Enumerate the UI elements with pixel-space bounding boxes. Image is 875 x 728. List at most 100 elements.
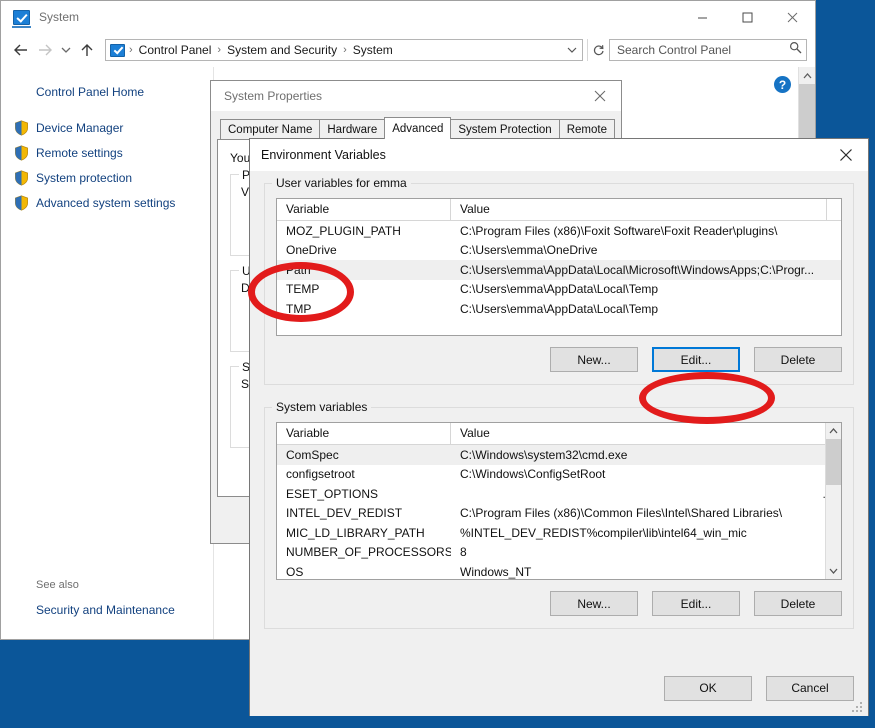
system-variables-buttons: New... Edit... Delete	[276, 591, 842, 616]
system-variables-scrollbar[interactable]	[825, 423, 841, 579]
shield-icon	[14, 169, 29, 186]
breadcrumb-item-system-and-security[interactable]: System and Security	[225, 43, 339, 57]
variable-name: INTEL_DEV_REDIST	[286, 506, 403, 521]
address-bar[interactable]: › Control Panel › System and Security › …	[105, 39, 583, 61]
close-icon[interactable]	[824, 139, 868, 171]
desktop-background: System › Control Panel › System and Secu…	[0, 0, 875, 728]
variable-name: MIC_LD_LIBRARY_PATH	[286, 525, 425, 540]
shield-icon	[14, 119, 29, 136]
table-row-selected[interactable]: ComSpec C:\Windows\system32\cmd.exe	[277, 445, 841, 465]
variable-value: C:\Users\emma\AppData\Local\Temp	[460, 301, 659, 316]
window-controls	[680, 1, 815, 33]
user-variables-buttons: New... Edit... Delete	[276, 347, 842, 372]
scroll-up-icon[interactable]	[799, 67, 815, 84]
close-icon[interactable]	[579, 81, 621, 111]
user-new-button[interactable]: New...	[550, 347, 638, 372]
table-row[interactable]: OS Windows_NT	[277, 562, 841, 579]
minimize-icon[interactable]	[680, 1, 725, 33]
resize-grip[interactable]	[852, 702, 864, 714]
variable-name: ComSpec	[286, 447, 339, 462]
environment-variables-content: User variables for emma Variable Value M…	[250, 171, 868, 659]
sidebar-item-device-manager[interactable]: Device Manager	[1, 115, 213, 140]
column-header-value[interactable]: Value	[451, 423, 827, 444]
sidebar-item-advanced-system-settings[interactable]: Advanced system settings	[1, 190, 213, 215]
variable-name: TMP	[286, 301, 312, 316]
breadcrumb-system-icon	[110, 43, 125, 57]
up-icon[interactable]	[75, 38, 99, 62]
close-icon[interactable]	[770, 1, 815, 33]
column-header-variable[interactable]: Variable	[277, 423, 451, 444]
variable-name: OneDrive	[286, 243, 337, 258]
breadcrumb-item-system[interactable]: System	[351, 43, 395, 57]
user-edit-button[interactable]: Edit...	[652, 347, 740, 372]
tab-system-protection[interactable]: System Protection	[450, 119, 560, 139]
variable-value: C:\Program Files (x86)\Foxit Software\Fo…	[460, 223, 778, 238]
system-monitor-icon	[12, 9, 31, 28]
environment-variables-titlebar: Environment Variables	[250, 139, 868, 171]
cancel-button[interactable]: Cancel	[766, 675, 854, 701]
breadcrumb-item-control-panel[interactable]: Control Panel	[137, 43, 214, 57]
tab-hardware[interactable]: Hardware	[319, 119, 386, 139]
system-edit-button[interactable]: Edit...	[652, 591, 740, 616]
back-icon[interactable]	[9, 38, 33, 62]
variable-value: C:\Users\emma\AppData\Local\Temp	[460, 282, 659, 297]
scroll-down-icon[interactable]	[826, 563, 841, 579]
tab-remote[interactable]: Remote	[558, 119, 615, 139]
variable-value: C:\Program Files (x86)\Common Files\Inte…	[460, 506, 783, 521]
scroll-up-icon[interactable]	[826, 423, 841, 439]
table-row[interactable]: TEMP C:\Users\emma\AppData\Local\Temp	[277, 280, 841, 300]
column-header-value[interactable]: Value	[451, 199, 827, 220]
address-chevron-down-icon[interactable]	[562, 45, 582, 56]
ok-button[interactable]: OK	[664, 675, 752, 701]
system-delete-button[interactable]: Delete	[754, 591, 842, 616]
shield-icon	[14, 144, 29, 161]
maximize-icon[interactable]	[725, 1, 770, 33]
user-variables-table[interactable]: Variable Value MOZ_PLUGIN_PATH C:\Progra…	[276, 198, 842, 336]
sidebar-item-security-and-maintenance[interactable]: Security and Maintenance	[36, 603, 175, 617]
window-title: System	[39, 10, 80, 24]
table-row[interactable]: configsetroot C:\Windows\ConfigSetRoot	[277, 465, 841, 485]
table-row[interactable]: INTEL_DEV_REDIST C:\Program Files (x86)\…	[277, 504, 841, 524]
variable-value: %INTEL_DEV_REDIST%compiler\lib\intel64_w…	[460, 525, 747, 540]
search-box[interactable]	[609, 39, 807, 61]
variable-value: C:\Windows\ConfigSetRoot	[460, 467, 606, 482]
table-row[interactable]: TMP C:\Users\emma\AppData\Local\Temp	[277, 299, 841, 319]
help-icon[interactable]: ?	[774, 76, 791, 93]
search-input[interactable]	[617, 43, 789, 57]
sidebar: Control Panel Home Device Manager Remote…	[1, 67, 214, 639]
system-new-button[interactable]: New...	[550, 591, 638, 616]
sidebar-item-remote-settings[interactable]: Remote settings	[1, 140, 213, 165]
system-variables-group-label: System variables	[272, 400, 372, 414]
variable-name: OS	[286, 564, 304, 579]
system-variables-table[interactable]: Variable Value ComSpec C:\Windows\system…	[276, 422, 842, 580]
column-header-end	[827, 199, 841, 220]
environment-variables-footer: OK Cancel	[250, 659, 868, 717]
breadcrumb-separator: ›	[129, 44, 133, 56]
sidebar-item-label: System protection	[36, 170, 133, 185]
table-row[interactable]: NUMBER_OF_PROCESSORS 8	[277, 543, 841, 563]
navigation-bar: › Control Panel › System and Security › …	[1, 33, 815, 67]
table-header: Variable Value	[277, 423, 841, 445]
table-header: Variable Value	[277, 199, 841, 221]
tab-advanced[interactable]: Advanced	[384, 117, 452, 139]
breadcrumb-separator: ›	[217, 44, 222, 56]
tab-computer-name[interactable]: Computer Name	[220, 119, 321, 139]
recent-locations-chevron-icon[interactable]	[57, 38, 75, 62]
column-header-variable[interactable]: Variable	[277, 199, 451, 220]
search-icon[interactable]	[789, 41, 802, 59]
table-row[interactable]: MOZ_PLUGIN_PATH C:\Program Files (x86)\F…	[277, 221, 841, 241]
sidebar-item-system-protection[interactable]: System protection	[1, 165, 213, 190]
system-properties-title: System Properties	[224, 89, 323, 103]
table-row[interactable]: ESET_OPTIONS ...	[277, 484, 841, 504]
sidebar-item-control-panel-home[interactable]: Control Panel Home	[1, 85, 213, 99]
table-row[interactable]: MIC_LD_LIBRARY_PATH %INTEL_DEV_REDIST%co…	[277, 523, 841, 543]
table-row[interactable]: OneDrive C:\Users\emma\OneDrive	[277, 241, 841, 261]
refresh-icon[interactable]	[587, 39, 609, 61]
environment-variables-dialog: Environment Variables User variables for…	[249, 138, 869, 718]
shield-icon	[14, 194, 29, 211]
scrollbar-thumb[interactable]	[826, 439, 841, 485]
user-delete-button[interactable]: Delete	[754, 347, 842, 372]
variable-name: ESET_OPTIONS	[286, 486, 379, 501]
table-row-selected[interactable]: Path C:\Users\emma\AppData\Local\Microso…	[277, 260, 841, 280]
desktop-bottom-edge	[0, 716, 875, 728]
